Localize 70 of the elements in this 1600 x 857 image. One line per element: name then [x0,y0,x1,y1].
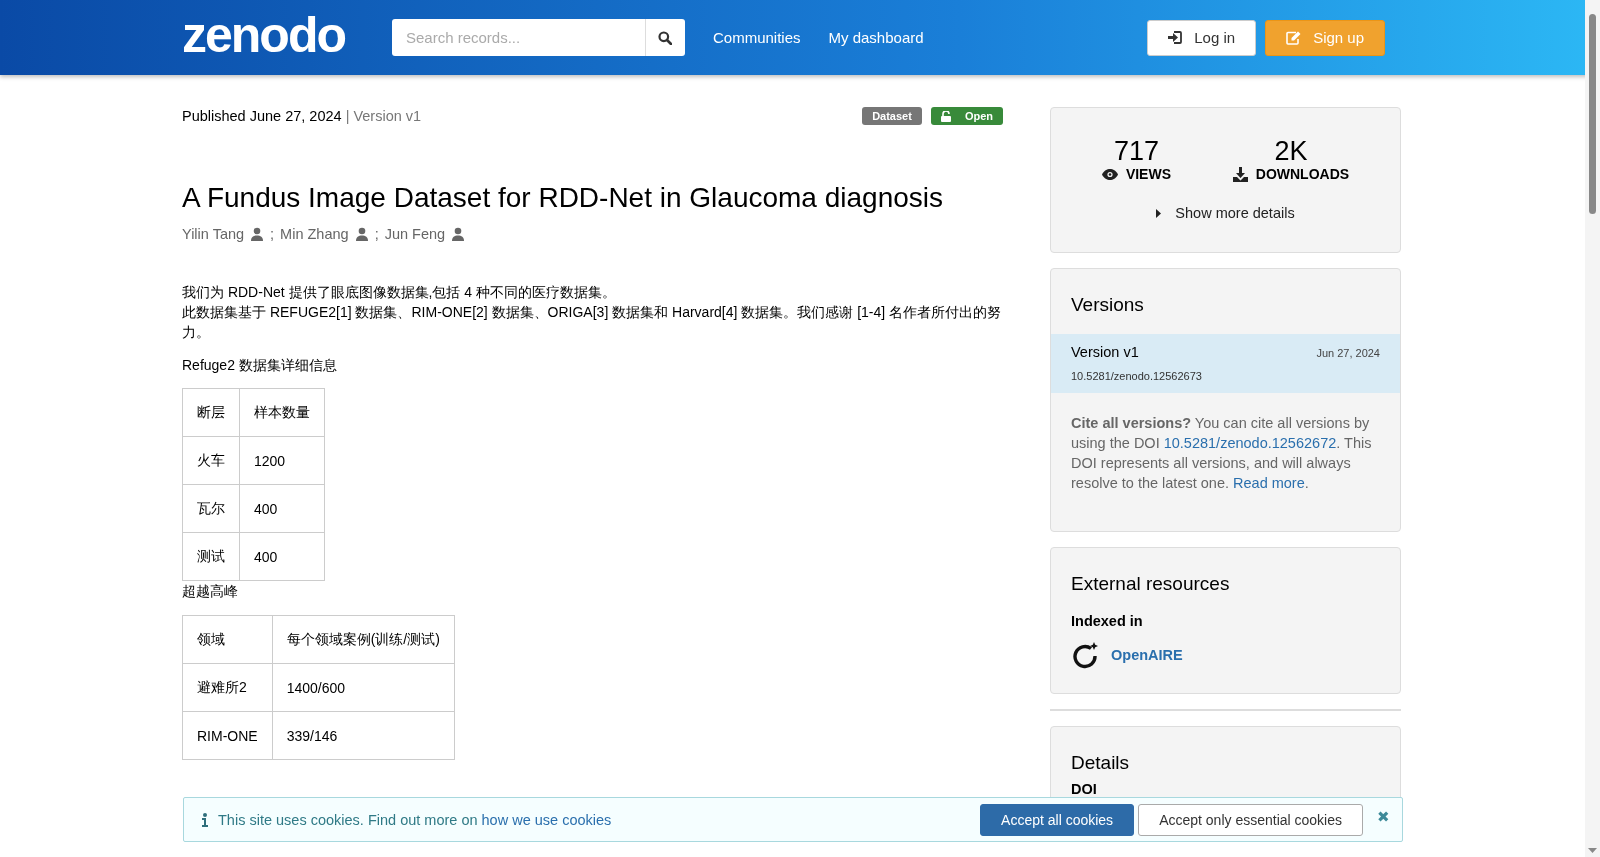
table-cell: 测试 [182,532,240,581]
creator-link[interactable]: Min Zhang [280,226,349,242]
creator-link[interactable]: Jun Feng [384,226,446,242]
stat-label: VIEWS [1101,166,1171,182]
stat-value: 717 [1113,136,1159,166]
nav-link[interactable]: Communities [713,29,801,46]
nav-link[interactable]: My dashboard [828,29,924,46]
separator: ; [374,226,379,242]
close-button[interactable]: ✖ [1373,808,1394,826]
show-more-details-toggle[interactable]: Show more details [1150,204,1301,222]
circle-arrow-icon [1071,641,1099,669]
description-text: 此数据集基于 REFUGE2[1] 数据集、RIM-ONE[2] 数据集、ORIGA[3] 数据集和 Harvard[4] 数据集。我们感谢 [1-4] 名作者所付出的努力。 [182,303,1003,342]
version-doi: 10.5281/zenodo.12562673 [1071,370,1203,382]
accept-all-cookies-button[interactable]: Accept all cookies [980,803,1135,836]
field-label: DOI [1071,781,1097,798]
table-cell: 领域 [182,615,273,664]
version-label: Version v1 [353,108,422,124]
card-title: Details [1070,751,1131,775]
table-cell: 火车 [182,436,240,485]
version-name: Version v1 [1071,344,1139,360]
stat-label: DOWNLOADS [1232,166,1350,182]
stat-value: 2K [1274,136,1308,166]
eye-icon [1101,168,1118,180]
table-cell: 每个领域案例(训练/测试) [272,615,455,664]
table-caption: 超越高峰 [182,583,239,601]
search-icon [658,30,673,45]
separator: | [345,108,350,124]
record-title: A Fundus Image Dataset for RDD-Net in Glaucoma diagnosis [182,182,945,214]
caret-icon [1156,208,1162,218]
table-cell: RIM-ONE [182,711,273,760]
description-text: Refuge2 数据集详细信息 [182,356,338,375]
card-title: Versions [1070,293,1145,317]
version-date: Jun 27, 2024 [1316,347,1380,359]
creator-link[interactable]: Yilin Tang [182,226,245,242]
table-cell: 1200 [239,436,325,485]
search-button[interactable] [645,19,685,56]
read-more-link[interactable]: Read more [1233,475,1305,491]
cite-all-versions-text: Cite all versions? You can cite all versions by using the DOI 10.5281/zenodo.12562672. This DOI represents all versions, and will always resolve to the latest one. Read more. [1070,414,1373,493]
table-cell: 339/146 [272,711,455,760]
table-cell: 瓦尔 [182,484,240,533]
description-text: 我们为 RDD-Net 提供了眼底图像数据集,包括 4 种不同的医疗数据集。 [182,283,617,302]
separator: ; [270,226,275,242]
unlock-icon [940,110,951,122]
zenodo-logo[interactable]: zenodo [182,6,349,63]
version-item[interactable]: Version v1 Jun 27, 2024 10.5281/zenodo.12562673 [1051,334,1400,393]
section-label: Indexed in [1070,613,1144,629]
cookie-policy-link[interactable]: how we use cookies [481,811,612,828]
person-icon [451,227,466,241]
person-icon [354,227,369,241]
published-date: Published June 27, 2024 [182,108,342,124]
table-cell: 1400/600 [272,663,455,712]
person-icon [250,227,265,241]
download-icon [1232,166,1248,182]
edit-icon [1286,30,1302,45]
card-title: External resources [1070,572,1231,596]
resource-type-badge: Dataset [862,107,922,125]
table-cell: 400 [239,484,325,533]
cookie-notice-text: This site uses cookies. Find out more on how we use cookies [218,811,613,828]
search-field[interactable]: Search records... [392,19,645,56]
table-cell: 400 [239,532,325,581]
table-cell: 断层 [182,388,240,437]
table-cell: 避难所2 [182,663,273,712]
access-badge: Open [930,107,1003,125]
sign-in-icon [1168,31,1183,44]
info-icon [202,812,208,827]
log-in-button[interactable]: Log in [1147,19,1257,56]
table-cell: 样本数量 [239,388,325,437]
openaire-link[interactable]: OpenAIRE [1111,647,1183,663]
scrollbar[interactable] [1585,0,1600,857]
accept-essential-cookies-button[interactable]: Accept only essential cookies [1138,803,1363,836]
